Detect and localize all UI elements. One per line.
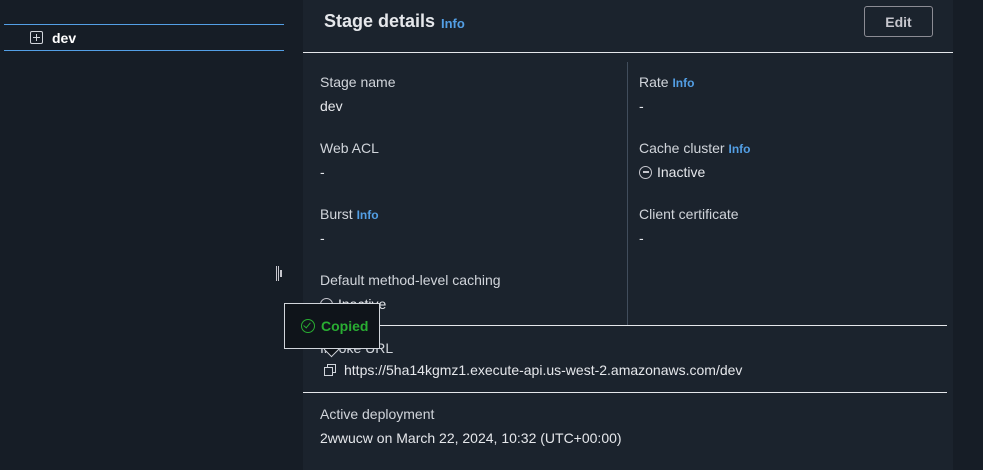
invoke-url-value[interactable]: https://5ha14kgmz1.execute-api.us-west-2… [344,362,742,378]
active-deployment-label: Active deployment [320,406,435,422]
burst-value: - [320,230,325,246]
cache-cluster-label-row: Cache cluster Info [639,140,750,156]
copy-icon[interactable] [323,363,338,378]
check-circle-icon [301,319,315,333]
burst-label-row: Burst Info [320,206,379,222]
invoke-url-row: https://5ha14kgmz1.execute-api.us-west-2… [323,362,742,378]
client-certificate-field: Client certificate - [639,206,739,246]
resize-handle-icon[interactable] [276,266,282,281]
cache-cluster-info-link[interactable]: Info [728,142,750,156]
page-title: Stage details [324,11,436,31]
burst-info-link[interactable]: Info [357,208,379,222]
rate-label: Rate [639,74,669,90]
inactive-status-icon [639,165,652,179]
stage-details-container: Stage details Info Edit Stage name dev W… [303,0,953,470]
burst-field: Burst Info - [320,206,379,246]
client-certificate-value: - [639,230,644,246]
stage-name-label: Stage name [320,74,396,90]
web-acl-field: Web ACL - [320,140,379,180]
cache-cluster-value: Inactive [657,164,706,180]
stage-name-field: Stage name dev [320,74,396,114]
rate-field: Rate Info - [639,74,694,114]
copied-popover: Copied [284,303,380,349]
active-deployment-field: Active deployment 2wwucw on March 22, 20… [320,406,622,446]
rate-info-link[interactable]: Info [672,76,694,90]
burst-label: Burst [320,206,353,222]
tree-item-label: dev [52,29,77,46]
copied-text: Copied [321,318,369,334]
column-divider [627,62,628,325]
tree-item-dev[interactable]: dev [4,24,284,51]
app-root: dev Stage details Info Edit Stage name d… [0,0,983,470]
rate-label-row: Rate Info [639,74,694,90]
active-deployment-value: 2wwucw on March 22, 2024, 10:32 (UTC+00:… [320,430,622,446]
cache-cluster-field: Cache cluster Info Inactive [639,140,750,180]
default-caching-label: Default method-level caching [320,272,501,288]
web-acl-value: - [320,164,325,180]
cache-cluster-label: Cache cluster [639,140,725,156]
section-divider [303,325,947,326]
rate-value: - [639,98,644,114]
container-header: Stage details Info Edit [303,0,953,53]
expand-plus-icon[interactable] [30,31,43,44]
edit-button[interactable]: Edit [864,6,933,37]
client-certificate-label: Client certificate [639,206,739,222]
stage-name-value: dev [320,98,343,114]
section-divider [303,392,947,393]
stages-tree-panel: dev [0,0,286,470]
cache-cluster-status: Inactive [639,164,750,180]
web-acl-label: Web ACL [320,140,379,156]
title-info-link[interactable]: Info [441,16,465,31]
